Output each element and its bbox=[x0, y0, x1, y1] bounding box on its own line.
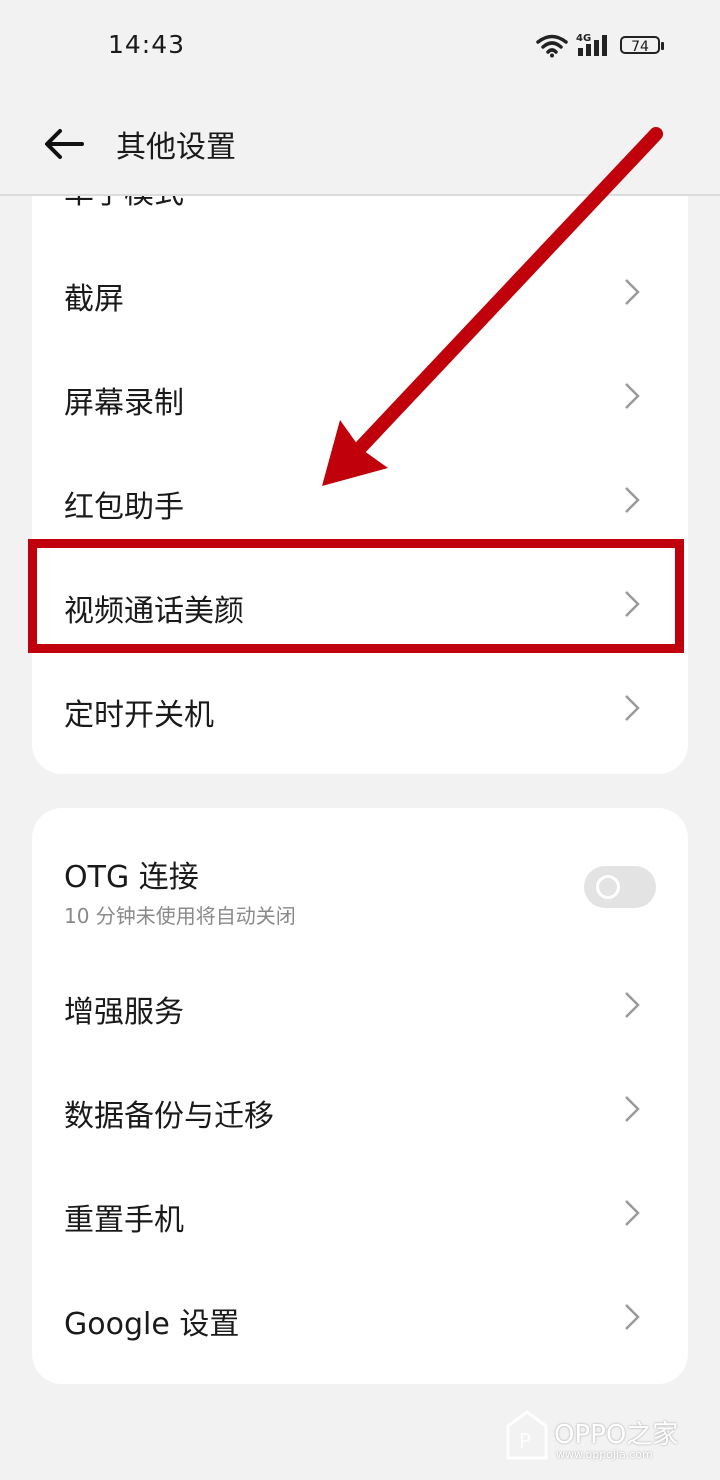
settings-item-backup-migration[interactable]: 数据备份与迁移 bbox=[32, 1057, 688, 1161]
settings-item-video-call-beauty[interactable]: 视频通话美颜 bbox=[32, 552, 688, 656]
chevron-right-icon bbox=[625, 1096, 640, 1122]
settings-item-screen-recording[interactable]: 屏幕录制 bbox=[32, 344, 688, 448]
battery-level: 74 bbox=[631, 39, 649, 55]
settings-item-screenshot[interactable]: 截屏 bbox=[32, 240, 688, 344]
settings-item-label: 视频通话美颜 bbox=[64, 594, 244, 629]
signal-icon: 4G bbox=[576, 33, 607, 56]
settings-item-scheduled-power[interactable]: 定时开关机 bbox=[32, 656, 688, 760]
status-bar: 14:43 4G 74 bbox=[0, 0, 720, 92]
chevron-right-icon bbox=[625, 992, 640, 1018]
chevron-right-icon bbox=[625, 487, 640, 513]
settings-item-label: 红包助手 bbox=[64, 490, 184, 525]
otg-label: OTG 连接 bbox=[64, 860, 199, 895]
settings-card-1: 单手模式 截屏 屏幕录制 红包助手 视频通话美颜 定时开关机 bbox=[32, 120, 688, 774]
page-header: 其他设置 bbox=[0, 92, 720, 196]
chevron-right-icon bbox=[625, 1200, 640, 1226]
watermark-logo-icon: P bbox=[506, 1410, 548, 1460]
settings-item-reset-phone[interactable]: 重置手机 bbox=[32, 1161, 688, 1265]
settings-card-2: OTG 连接 10 分钟未使用将自动关闭 增强服务 数据备份与迁移 重置手机 G… bbox=[32, 808, 688, 1384]
settings-item-label: 增强服务 bbox=[64, 995, 184, 1030]
toggle-knob bbox=[596, 875, 620, 899]
back-button[interactable] bbox=[42, 124, 86, 164]
svg-text:P: P bbox=[519, 1429, 531, 1453]
battery-icon: 74 bbox=[620, 36, 664, 55]
otg-subtitle: 10 分钟未使用将自动关闭 bbox=[64, 904, 296, 928]
settings-item-otg: OTG 连接 10 分钟未使用将自动关闭 bbox=[32, 808, 688, 948]
chevron-right-icon bbox=[625, 1304, 640, 1330]
page-title: 其他设置 bbox=[116, 130, 236, 165]
settings-item-label: 数据备份与迁移 bbox=[64, 1099, 274, 1134]
chevron-right-icon bbox=[625, 279, 640, 305]
arrow-left-icon bbox=[45, 129, 84, 159]
settings-item-red-packet-assistant[interactable]: 红包助手 bbox=[32, 448, 688, 552]
chevron-right-icon bbox=[625, 591, 640, 617]
settings-item-label: 重置手机 bbox=[64, 1203, 184, 1238]
chevron-right-icon bbox=[625, 695, 640, 721]
wifi-icon bbox=[536, 34, 568, 58]
watermark-url: www.oppojia.com bbox=[556, 1448, 653, 1461]
status-time: 14:43 bbox=[108, 30, 186, 59]
settings-item-label: Google 设置 bbox=[64, 1307, 240, 1342]
otg-toggle[interactable] bbox=[584, 866, 656, 908]
settings-item-label: 屏幕录制 bbox=[64, 386, 184, 421]
settings-item-google-settings[interactable]: Google 设置 bbox=[32, 1265, 688, 1369]
settings-item-enhanced-services[interactable]: 增强服务 bbox=[32, 953, 688, 1057]
chevron-right-icon bbox=[625, 383, 640, 409]
settings-item-label: 截屏 bbox=[64, 282, 124, 317]
network-type-text: 4G bbox=[576, 33, 591, 44]
settings-item-label: 定时开关机 bbox=[64, 698, 214, 733]
watermark: P OPPO之家 www.oppojia.com bbox=[502, 1408, 702, 1468]
watermark-text: OPPO之家 bbox=[554, 1420, 679, 1450]
